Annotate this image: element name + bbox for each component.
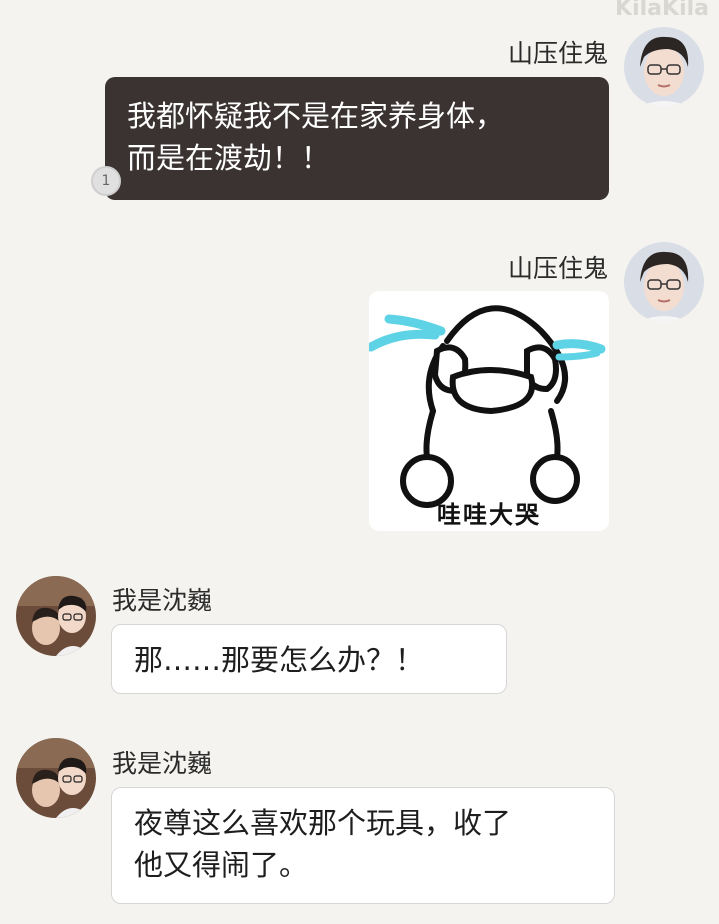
message-line: 我都怀疑我不是在家养身体， [127, 99, 505, 133]
message-line: 而是在渡劫！！ [127, 141, 331, 175]
message-bubble[interactable]: 我都怀疑我不是在家养身体， 而是在渡劫！！ [105, 77, 609, 200]
two-men-avatar-icon[interactable] [16, 738, 96, 818]
watermark: KilaKila [615, 0, 709, 21]
sender-name: 山压住鬼 [507, 39, 608, 68]
sticker-caption: 哇哇大哭 [437, 501, 541, 529]
sender-name: 山压住鬼 [507, 254, 608, 283]
message-line: 他又得闹了。 [134, 848, 309, 882]
man-glasses-avatar-icon[interactable] [624, 27, 704, 107]
sender-name: 我是沈巍 [112, 586, 213, 615]
message-line: 夜尊这么喜欢那个玩具，收了 [134, 806, 512, 840]
message-bubble[interactable]: 夜尊这么喜欢那个玩具，收了 他又得闹了。 [111, 787, 615, 904]
sender-name: 我是沈巍 [112, 749, 213, 778]
man-glasses-avatar-icon[interactable] [624, 242, 704, 322]
two-men-avatar-icon[interactable] [16, 576, 96, 656]
message-bubble[interactable]: 那……那要怎么办？！ [111, 624, 507, 694]
reply-count-badge[interactable]: 1 [91, 166, 121, 196]
crying-face-sticker-icon[interactable]: 哇哇大哭 [369, 291, 609, 531]
